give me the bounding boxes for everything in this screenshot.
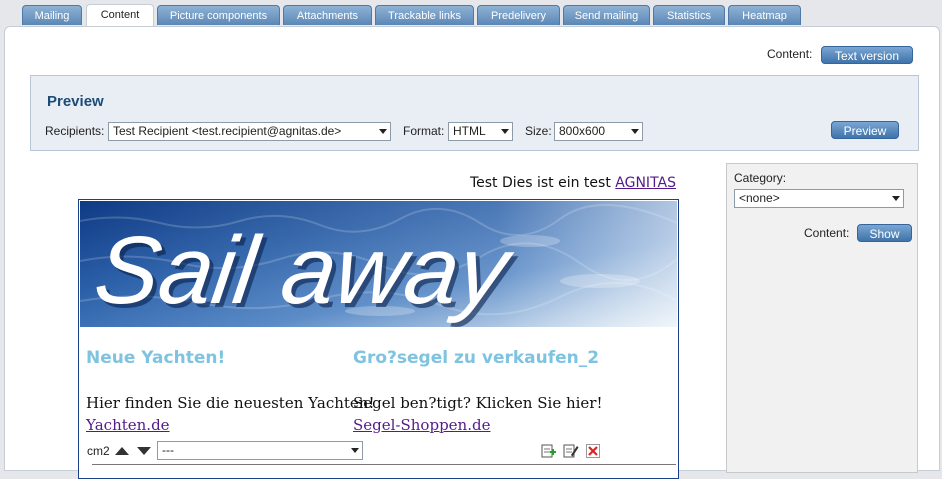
component-select-value: --- xyxy=(162,443,174,457)
mail-header: Test Dies ist ein test AGNITAS xyxy=(420,175,676,191)
recipients-select[interactable]: Test Recipient <test.recipient@agnitas.d… xyxy=(108,122,391,141)
recipients-value: Test Recipient <test.recipient@agnitas.d… xyxy=(113,124,342,138)
sidebar-content-label: Content: xyxy=(804,226,850,240)
divider xyxy=(92,464,676,465)
delete-component-icon[interactable] xyxy=(585,443,601,459)
tab-picture-components[interactable]: Picture components xyxy=(157,5,280,25)
format-value: HTML xyxy=(453,124,486,138)
tab-trackable-links[interactable]: Trackable links xyxy=(375,5,474,25)
col1-text: Hier finden Sie die neuesten Yachten! xyxy=(86,394,375,412)
chevron-down-icon xyxy=(351,448,359,453)
tab-attachments[interactable]: Attachments xyxy=(283,5,372,25)
mailing-preview-frame: Sail away Sail away xyxy=(78,199,679,479)
category-label: Category: xyxy=(734,171,787,185)
preview-button[interactable]: Preview xyxy=(831,121,899,139)
show-button[interactable]: Show xyxy=(857,224,912,242)
text-version-button[interactable]: Text version xyxy=(821,46,913,64)
size-value: 800x600 xyxy=(559,124,606,138)
format-select[interactable]: HTML xyxy=(448,122,513,141)
agnitas-link[interactable]: AGNITAS xyxy=(615,175,676,191)
tab-send-mailing[interactable]: Send mailing xyxy=(563,5,650,25)
mail-header-text: Test Dies ist ein test xyxy=(469,175,611,191)
move-up-icon[interactable] xyxy=(114,443,130,459)
tab-bar: Mailing Content Picture components Attac… xyxy=(0,0,942,27)
content-toggle-label: Content: xyxy=(767,47,813,61)
component-select[interactable]: --- xyxy=(157,441,363,460)
tab-mailing[interactable]: Mailing xyxy=(22,5,82,25)
edit-component-icon[interactable] xyxy=(563,443,579,459)
move-down-icon[interactable] xyxy=(136,443,152,459)
add-component-icon[interactable] xyxy=(541,443,557,459)
tab-predelivery[interactable]: Predelivery xyxy=(477,5,560,25)
sail-away-banner: Sail away Sail away xyxy=(80,201,677,327)
category-select[interactable]: <none> xyxy=(734,189,904,208)
preview-title: Preview xyxy=(47,93,104,110)
chevron-down-icon xyxy=(379,129,387,134)
col2-title: Gro?segel zu verkaufen_2 xyxy=(353,348,600,368)
segel-link[interactable]: Segel-Shoppen.de xyxy=(353,416,490,434)
yachten-link[interactable]: Yachten.de xyxy=(86,416,170,434)
tab-heatmap[interactable]: Heatmap xyxy=(728,5,801,25)
tab-content[interactable]: Content xyxy=(86,4,154,27)
size-select[interactable]: 800x600 xyxy=(554,122,643,141)
chevron-down-icon xyxy=(501,129,509,134)
format-label: Format: xyxy=(403,124,445,138)
category-sidebar xyxy=(726,163,918,473)
category-value: <none> xyxy=(739,191,780,205)
recipients-label: Recipients: xyxy=(45,124,105,138)
chevron-down-icon xyxy=(892,196,900,201)
col2-text: Segel ben?tigt? Klicken Sie hier! xyxy=(353,394,603,412)
banner-title: Sail away xyxy=(89,217,521,323)
col1-title: Neue Yachten! xyxy=(86,348,226,368)
component-label: cm2 xyxy=(87,444,110,458)
tab-statistics[interactable]: Statistics xyxy=(653,5,725,25)
chevron-down-icon xyxy=(631,129,639,134)
size-label: Size: xyxy=(525,124,552,138)
